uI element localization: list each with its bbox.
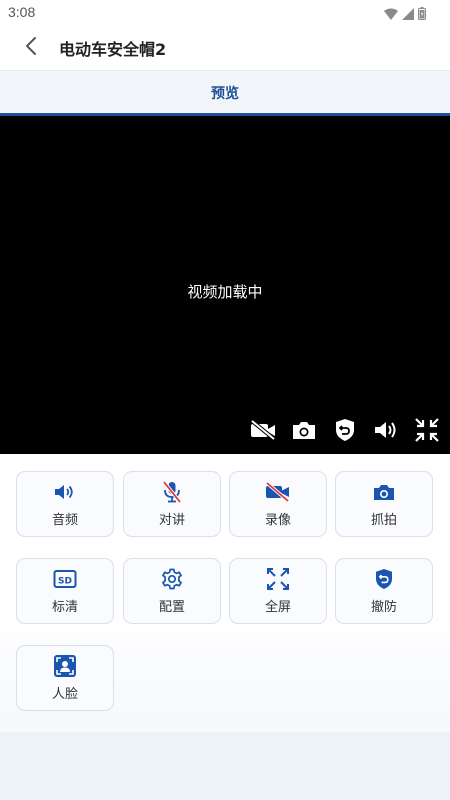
svg-text:SD: SD xyxy=(58,577,72,587)
face-icon xyxy=(52,654,78,678)
video-disarm-button[interactable] xyxy=(330,418,360,446)
sd-icon: SD xyxy=(52,567,78,591)
face-button[interactable]: 人脸 xyxy=(16,645,114,711)
footer-area xyxy=(0,732,450,800)
snapshot-button[interactable]: 抓拍 xyxy=(335,471,433,537)
signal-icon xyxy=(402,5,414,24)
collapse-icon xyxy=(414,417,440,447)
video-off-icon xyxy=(265,480,291,504)
disarm-shield-icon xyxy=(371,567,397,591)
record-button[interactable]: 录像 xyxy=(229,471,327,537)
tab-preview[interactable]: 预览 xyxy=(0,71,450,115)
settings-button[interactable]: 配置 xyxy=(123,558,221,624)
audio-button[interactable]: 音频 xyxy=(16,471,114,537)
video-off-icon xyxy=(249,419,277,445)
disarm-shield-icon xyxy=(334,418,356,446)
video-loading-text: 视频加载中 xyxy=(187,283,263,301)
function-panel: 音频 对讲 录像 抓拍 SD 标清 配置 全屏 撤防 人脸 xyxy=(0,454,450,732)
intercom-button[interactable]: 对讲 xyxy=(123,471,221,537)
camera-icon xyxy=(291,419,317,445)
video-player[interactable]: 视频加载中 xyxy=(0,116,450,454)
page-title: 电动车安全帽2 xyxy=(59,40,167,59)
face-label: 人脸 xyxy=(51,687,78,702)
speaker-icon xyxy=(373,419,399,445)
status-bar: 3:08 xyxy=(0,0,450,26)
status-time: 3:08 xyxy=(8,4,36,20)
quality-button[interactable]: SD 标清 xyxy=(16,558,114,624)
video-snapshot-button[interactable] xyxy=(289,418,319,446)
fullscreen-button[interactable]: 全屏 xyxy=(229,558,327,624)
video-record-off-button[interactable] xyxy=(248,418,278,446)
gear-icon xyxy=(159,567,185,591)
intercom-label: 对讲 xyxy=(158,513,185,528)
fullscreen-icon xyxy=(265,567,291,591)
wifi-icon xyxy=(384,5,398,24)
status-icons xyxy=(384,5,426,24)
settings-label: 配置 xyxy=(158,600,185,615)
video-exit-fullscreen-button[interactable] xyxy=(412,418,442,446)
tab-bar: 预览 xyxy=(0,70,450,116)
camera-icon xyxy=(371,480,397,504)
video-volume-button[interactable] xyxy=(371,418,401,446)
quality-label: 标清 xyxy=(51,600,78,615)
fullscreen-label: 全屏 xyxy=(264,600,291,615)
chevron-left-icon xyxy=(24,36,38,60)
app-header: 电动车安全帽2 xyxy=(0,26,450,70)
video-controls xyxy=(248,418,442,446)
battery-icon xyxy=(418,5,426,24)
audio-label: 音频 xyxy=(51,513,78,528)
mic-off-icon xyxy=(159,480,185,504)
disarm-label: 撤防 xyxy=(370,600,397,615)
snapshot-label: 抓拍 xyxy=(370,513,397,528)
disarm-button[interactable]: 撤防 xyxy=(335,558,433,624)
record-label: 录像 xyxy=(264,513,291,528)
speaker-icon xyxy=(52,480,78,504)
back-button[interactable] xyxy=(18,35,44,61)
